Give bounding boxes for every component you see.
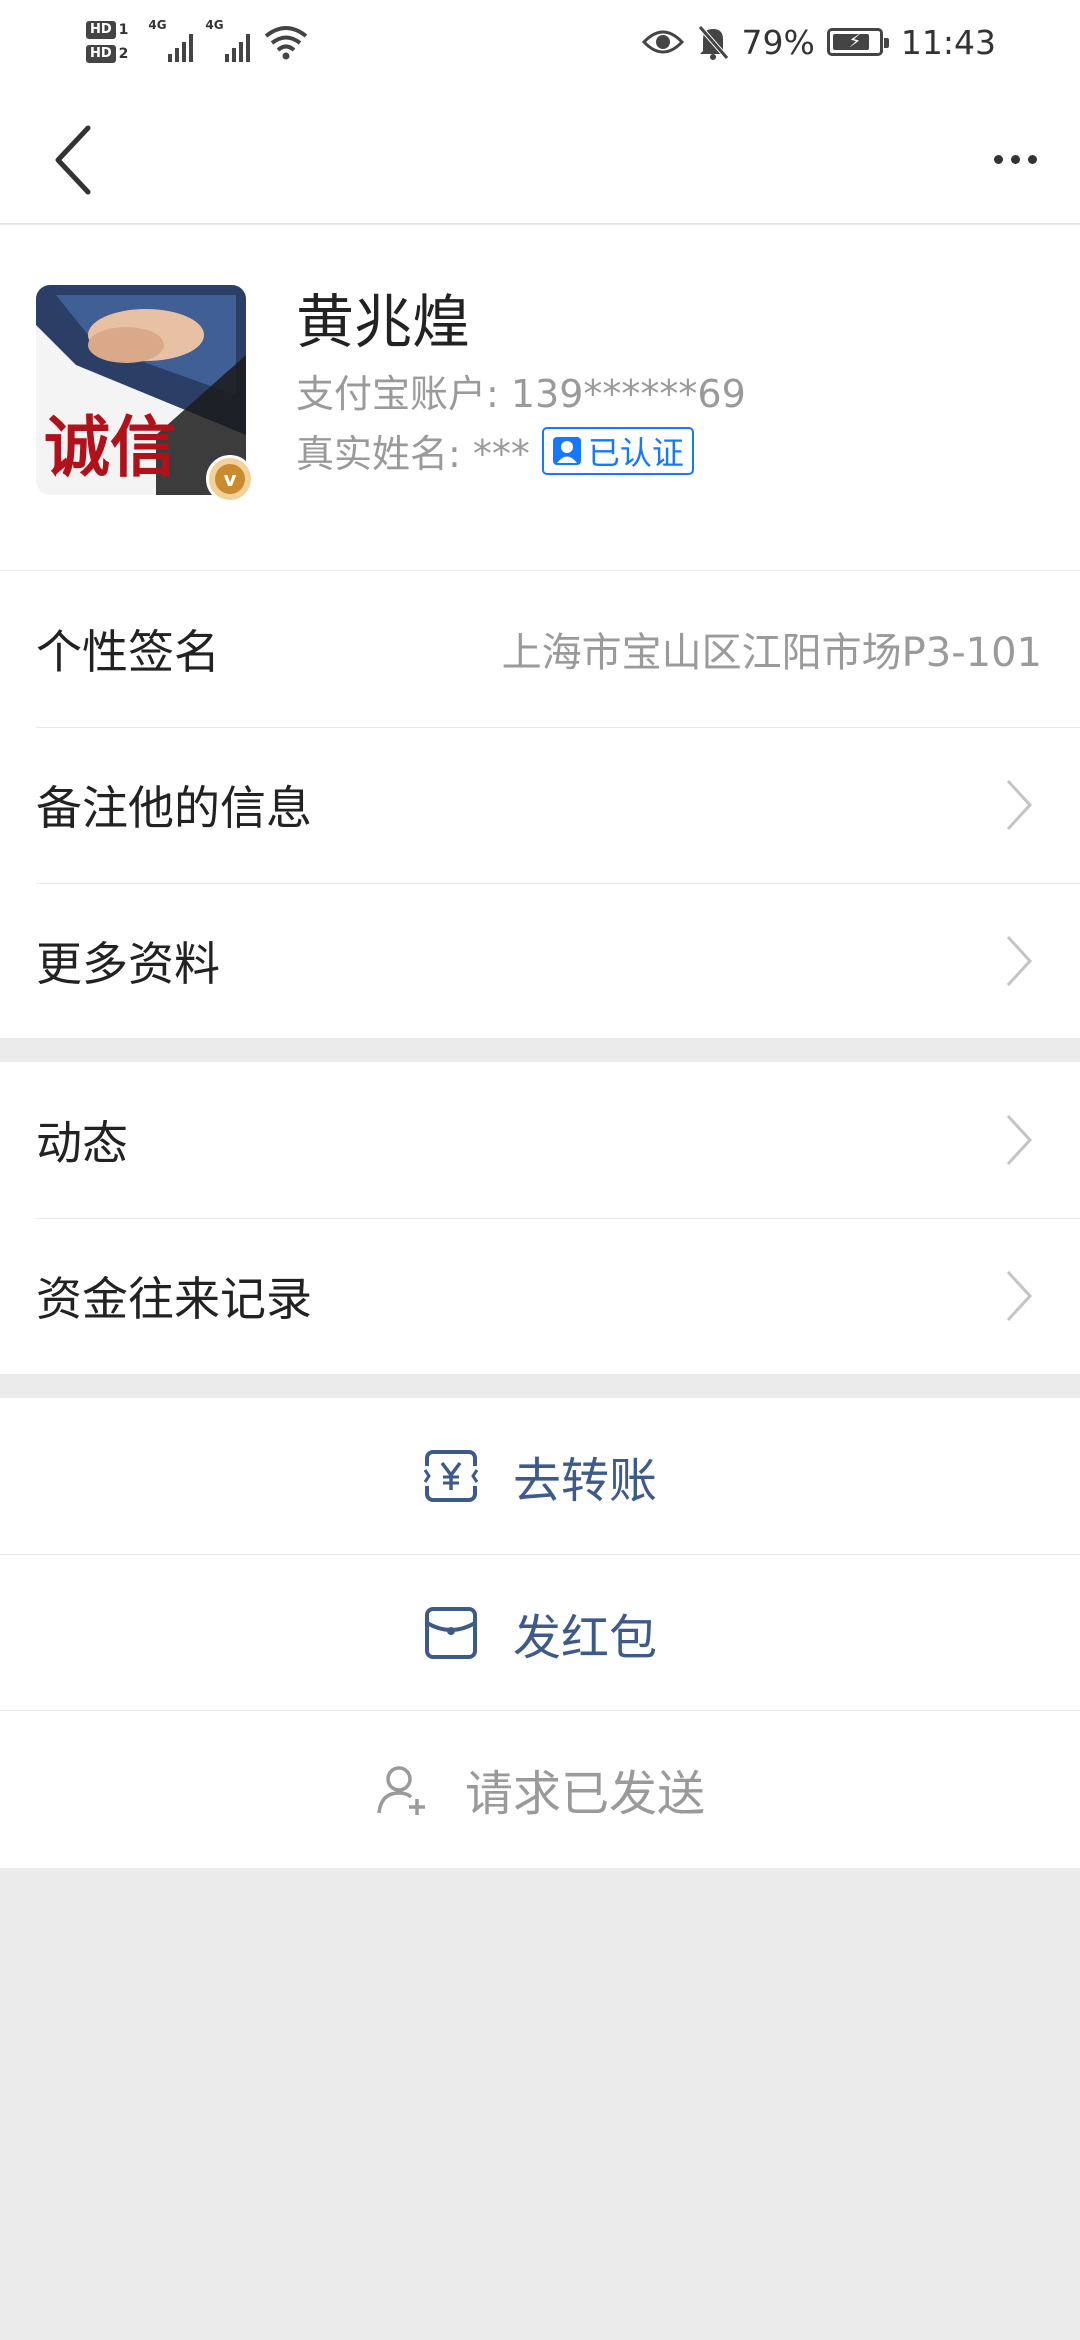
signature-row: 个性签名 上海市宝山区江阳市场P3-101 bbox=[0, 571, 1080, 727]
sim2-indicator: HD 2 bbox=[86, 45, 128, 63]
real-name-line: 真实姓名: *** 已认证 bbox=[296, 423, 694, 478]
wifi-icon bbox=[265, 26, 308, 60]
request-sent-label: 请求已发送 bbox=[464, 1765, 705, 1822]
net-type-2: 4G bbox=[205, 18, 224, 32]
moments-label: 动态 bbox=[36, 1116, 128, 1170]
verified-badge: 已认证 bbox=[541, 426, 694, 475]
mute-bell-icon bbox=[697, 25, 729, 60]
sim1-indicator: HD 1 bbox=[86, 21, 128, 39]
more-info-label: 更多资料 bbox=[36, 937, 220, 991]
sim-indicators: HD 1 HD 2 bbox=[86, 21, 128, 63]
sim2-num: 2 bbox=[118, 46, 129, 62]
battery-percent: 79% bbox=[741, 22, 815, 62]
add-friend-icon bbox=[377, 1765, 425, 1815]
signature-label: 个性签名 bbox=[36, 625, 220, 679]
sim2-hd: HD bbox=[86, 45, 116, 63]
remark-label: 备注他的信息 bbox=[36, 781, 312, 835]
transfer-yuan-icon bbox=[422, 1450, 479, 1502]
chevron-right-icon bbox=[1006, 1270, 1033, 1322]
signal-icon-1: 4G bbox=[148, 18, 194, 62]
fund-records-label: 资金往来记录 bbox=[36, 1272, 312, 1326]
status-left: HD 1 HD 2 4G 4G bbox=[86, 10, 308, 74]
chevron-right-icon bbox=[1006, 1114, 1033, 1166]
verified-label: 已认证 bbox=[587, 433, 684, 472]
account-line: 支付宝账户: 139******69 bbox=[296, 372, 746, 416]
signature-value: 上海市宝山区江阳市场P3-101 bbox=[501, 630, 1042, 676]
red-packet-label: 发红包 bbox=[512, 1609, 657, 1666]
sim1-num: 1 bbox=[118, 22, 129, 38]
transfer-button[interactable]: 去转账 bbox=[0, 1398, 1080, 1554]
red-packet-button[interactable]: 发红包 bbox=[0, 1554, 1080, 1710]
battery-icon: ⚡ bbox=[826, 28, 889, 56]
chevron-right-icon bbox=[1006, 935, 1033, 987]
verified-person-icon bbox=[552, 436, 581, 465]
eye-icon bbox=[641, 30, 684, 54]
more-info-row[interactable]: 更多资料 bbox=[0, 883, 1080, 1039]
member-badge-icon: v bbox=[206, 455, 254, 503]
profile-name: 黄兆煌 bbox=[296, 288, 471, 356]
back-icon[interactable] bbox=[44, 120, 104, 200]
signal-icon-2: 4G bbox=[205, 18, 251, 62]
more-options-icon[interactable] bbox=[980, 134, 1050, 184]
status-bar: HD 1 HD 2 4G 4G 79% ⚡ 11:43 bbox=[0, 0, 1080, 84]
request-sent-button[interactable]: 请求已发送 bbox=[0, 1710, 1080, 1866]
nav-bar bbox=[0, 84, 1080, 224]
real-name-text: 真实姓名: *** bbox=[296, 432, 530, 476]
profile-card: 诚信 v 黄兆煌 支付宝账户: 139******69 真实姓名: *** 已认… bbox=[0, 225, 1080, 570]
feed-group: 动态 资金往来记录 bbox=[0, 1062, 1080, 1374]
chevron-right-icon bbox=[1006, 779, 1033, 831]
red-packet-icon bbox=[424, 1606, 477, 1659]
remark-row[interactable]: 备注他的信息 bbox=[0, 727, 1080, 883]
transfer-label: 去转账 bbox=[512, 1453, 657, 1509]
moments-row[interactable]: 动态 bbox=[0, 1062, 1080, 1218]
info-group: 个性签名 上海市宝山区江阳市场P3-101 备注他的信息 更多资料 bbox=[0, 570, 1080, 1038]
sim1-hd: HD bbox=[86, 21, 116, 39]
avatar-text: 诚信 bbox=[44, 408, 176, 486]
fund-records-row[interactable]: 资金往来记录 bbox=[0, 1218, 1080, 1374]
action-group: 去转账 发红包 请求已发送 bbox=[0, 1398, 1080, 1868]
status-right: 79% ⚡ 11:43 bbox=[641, 14, 996, 70]
net-type-1: 4G bbox=[148, 18, 167, 32]
clock: 11:43 bbox=[900, 22, 996, 62]
